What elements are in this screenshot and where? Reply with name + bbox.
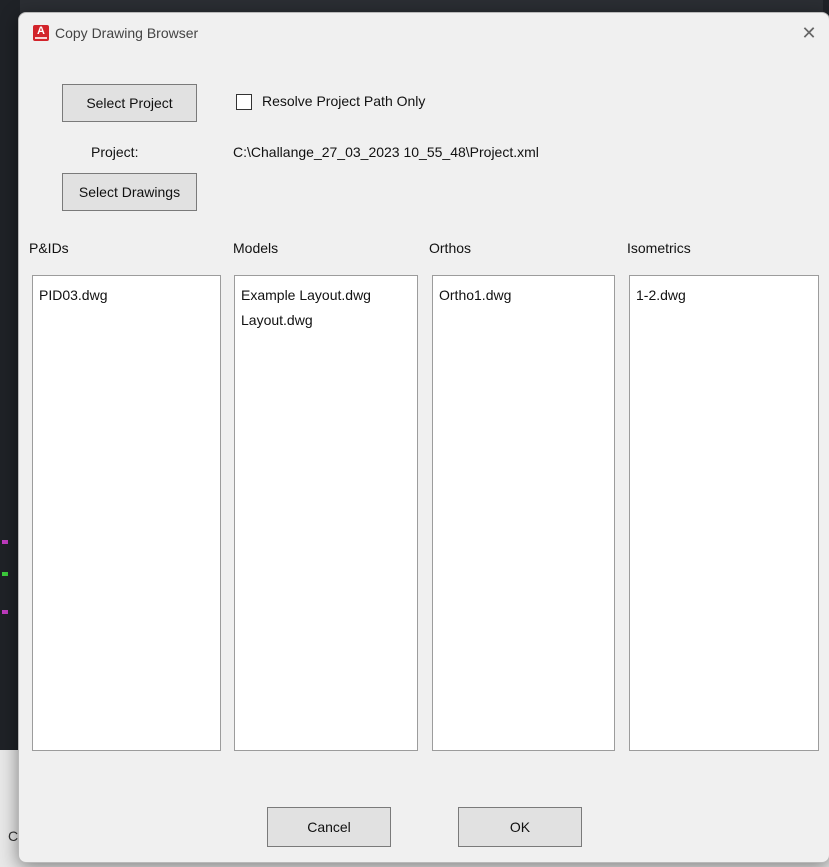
list-item[interactable]: Ortho1.dwg <box>439 283 614 308</box>
cancel-button[interactable]: Cancel <box>267 807 391 847</box>
background-marker <box>2 540 8 544</box>
orthos-listbox[interactable]: Ortho1.dwg <box>432 275 615 751</box>
select-project-button[interactable]: Select Project <box>62 84 197 122</box>
models-header: Models <box>233 240 279 256</box>
copy-drawing-browser-dialog: A Copy Drawing Browser ✕ Select Project … <box>18 12 829 863</box>
resolve-project-path-label[interactable]: Resolve Project Path Only <box>262 93 425 109</box>
isometrics-listbox[interactable]: 1-2.dwg <box>629 275 819 751</box>
window-title: Copy Drawing Browser <box>55 25 199 41</box>
project-label: Project: <box>91 144 139 160</box>
background-app-left-strip <box>0 0 20 867</box>
list-item[interactable]: 1-2.dwg <box>636 283 818 308</box>
close-button[interactable]: ✕ <box>795 19 823 47</box>
app-icon-letter: A <box>37 25 45 37</box>
select-drawings-button[interactable]: Select Drawings <box>62 173 197 211</box>
background-marker <box>2 572 8 576</box>
models-listbox[interactable]: Example Layout.dwg Layout.dwg <box>234 275 418 751</box>
resolve-project-path-checkbox[interactable] <box>236 94 252 110</box>
background-marker <box>2 610 8 614</box>
title-bar[interactable]: A Copy Drawing Browser ✕ <box>19 13 829 55</box>
project-path-value: C:\Challange_27_03_2023 10_55_48\Project… <box>233 144 539 160</box>
close-icon: ✕ <box>801 23 817 43</box>
orthos-header: Orthos <box>429 240 472 256</box>
pids-listbox[interactable]: PID03.dwg <box>32 275 221 751</box>
background-text: C <box>8 828 19 844</box>
autocad-app-icon: A <box>33 25 49 41</box>
list-item[interactable]: PID03.dwg <box>39 283 220 308</box>
isometrics-header: Isometrics <box>627 240 691 256</box>
list-item[interactable]: Example Layout.dwg <box>241 283 417 308</box>
list-item[interactable]: Layout.dwg <box>241 308 417 333</box>
pids-header: P&IDs <box>29 240 69 256</box>
ok-button[interactable]: OK <box>458 807 582 847</box>
